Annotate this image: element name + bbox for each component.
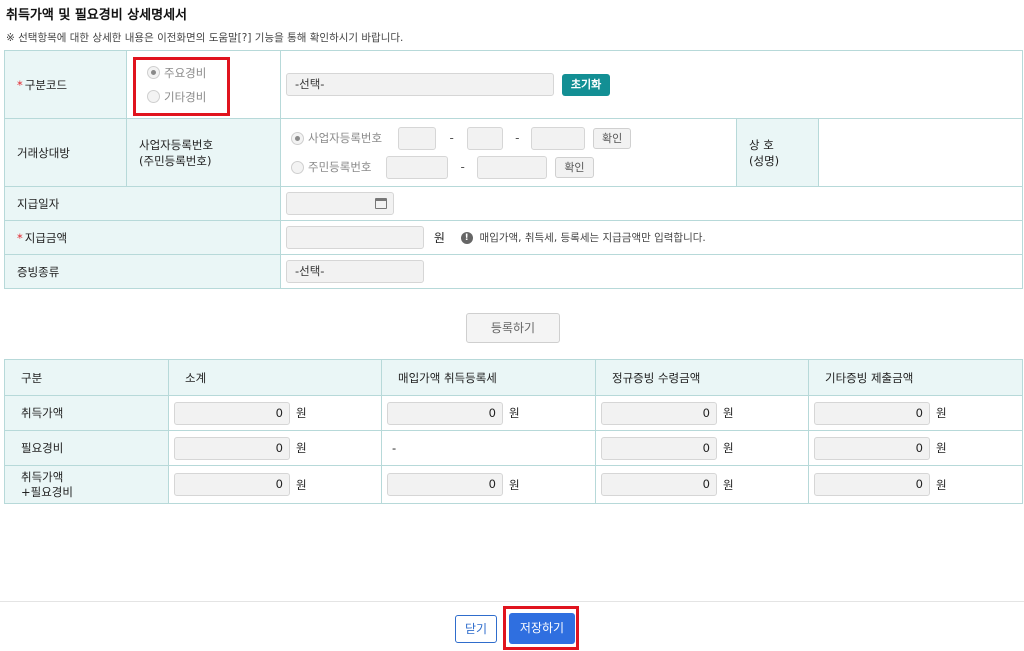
amount-field: 0	[814, 401, 930, 425]
counterparty-label: 거래상대방	[4, 118, 127, 187]
company-name-value	[817, 118, 1024, 187]
pay-date-input[interactable]	[286, 192, 394, 215]
division-code-label: * 구분코드	[4, 50, 127, 119]
row-label: 취득가액	[4, 395, 169, 431]
pay-amount-input[interactable]	[286, 226, 424, 249]
register-button[interactable]: 등록하기	[466, 313, 560, 343]
highlight-box-division	[133, 57, 230, 116]
business-confirm-button[interactable]: 확인	[592, 127, 632, 149]
calendar-icon[interactable]	[375, 198, 387, 209]
header-purchase-tax: 매입가액 취득등록세	[381, 359, 596, 396]
pay-amount-cell: 원 ! 매입가액, 취득세, 등록세는 지급금액만 입력합니다.	[279, 220, 1024, 255]
business-number-part1[interactable]	[397, 126, 436, 150]
amount-field: 0	[601, 473, 717, 496]
pay-amount-hint: 매입가액, 취득세, 등록세는 지급금액만 입력합니다.	[479, 232, 706, 244]
resident-number-row: 주민등록번호 - 확인	[291, 155, 736, 179]
header-regular-evidence: 정규증빙 수령금액	[595, 359, 809, 396]
empty-value: -	[381, 430, 596, 466]
resident-confirm-button[interactable]: 확인	[555, 156, 594, 178]
radio-business-number[interactable]	[291, 131, 304, 145]
division-select-cell: -선택- 초기화	[279, 50, 1024, 119]
amount-field: 0	[387, 401, 503, 425]
header-subtotal: 소계	[168, 359, 382, 396]
notice-text: ※ 선택항목에 대한 상세한 내용은 이전화면의 도움말[?] 기능을 통해 확…	[6, 32, 404, 44]
summary-header-row: 구분 소계 매입가액 취득등록세 정규증빙 수령금액 기타증빙 제출금액	[4, 359, 1023, 396]
business-number-row: 사업자등록번호 - - 확인	[291, 126, 736, 150]
business-number-part3[interactable]	[531, 126, 586, 150]
amount-field: 0	[174, 401, 290, 425]
amount-field: 0	[174, 436, 290, 460]
info-icon: !	[460, 231, 473, 244]
counterparty-sublabel: 사업자등록번호 (주민등록번호)	[126, 118, 281, 187]
evidence-type-select[interactable]: -선택-	[286, 260, 424, 283]
header-division: 구분	[4, 359, 169, 396]
amount-field: 0	[387, 473, 503, 496]
resident-number-part2[interactable]	[477, 155, 548, 179]
company-name-label: 상 호 (성명)	[736, 118, 819, 187]
row-label: 취득가액 +필요경비	[4, 465, 169, 504]
amount-field: 0	[174, 473, 290, 496]
division-select[interactable]: -선택-	[286, 73, 554, 96]
evidence-type-cell: -선택-	[279, 254, 1024, 289]
table-row: 취득가액 0원 0원 0원 0원	[4, 395, 1023, 431]
footer-divider	[0, 601, 1024, 602]
close-button[interactable]: 닫기	[455, 615, 497, 643]
evidence-type-label: 증빙종류	[4, 254, 281, 289]
highlight-box-save	[503, 606, 579, 650]
counterparty-id-cell: 사업자등록번호 - - 확인 주민등록번호 - 확인	[280, 118, 737, 187]
header-other-evidence: 기타증빙 제출금액	[808, 359, 1023, 396]
table-row: 취득가액 +필요경비 0원 0원 0원 0원	[4, 465, 1023, 504]
pay-date-label: 지급일자	[4, 186, 281, 221]
table-row: 필요경비 0원 - 0원 0원	[4, 430, 1023, 466]
summary-table: 구분 소계 매입가액 취득등록세 정규증빙 수령금액 기타증빙 제출금액 취득가…	[4, 359, 1023, 504]
amount-field: 0	[814, 473, 930, 496]
reset-button[interactable]: 초기화	[561, 73, 611, 96]
amount-field: 0	[814, 436, 930, 460]
pay-date-cell	[279, 186, 1024, 221]
business-number-part2[interactable]	[467, 126, 504, 150]
resident-number-part1[interactable]	[385, 155, 448, 179]
page-title: 취득가액 및 필요경비 상세명세서	[6, 8, 188, 23]
row-label: 필요경비	[4, 430, 169, 466]
pay-amount-label: * 지급금액	[4, 220, 281, 255]
amount-field: 0	[601, 436, 717, 460]
pay-amount-unit: 원	[433, 231, 445, 245]
amount-field: 0	[601, 401, 717, 425]
radio-resident-number[interactable]	[291, 160, 304, 174]
required-mark: *	[17, 77, 23, 92]
